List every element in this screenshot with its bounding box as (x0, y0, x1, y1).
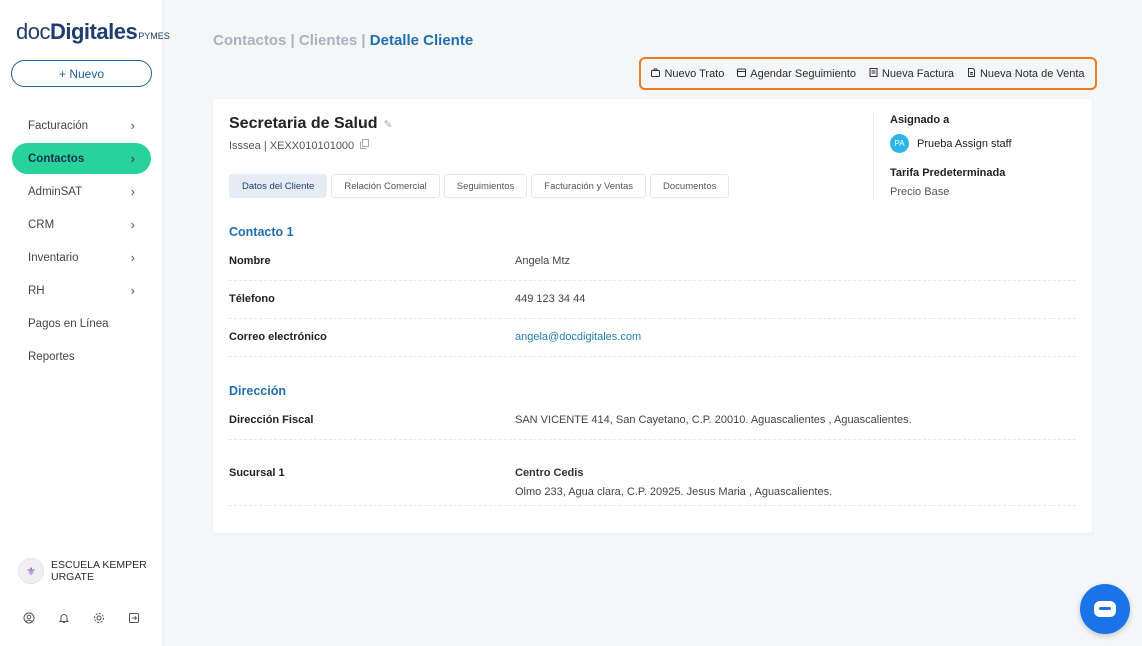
chevron-right-icon: › (130, 250, 135, 265)
sidebar-item-adminsat[interactable]: AdminSAT › (12, 176, 151, 207)
action-label: Nueva Factura (881, 67, 955, 80)
assignee[interactable]: PA Prueba Assign staff (890, 134, 1080, 153)
sidebar: docDigitalesPYMES + Nuevo Facturación › … (0, 0, 170, 646)
sidebar-item-reportes[interactable]: Reportes (12, 341, 151, 372)
sidebar-item-label: Inventario (28, 251, 79, 264)
sidebar-item-label: CRM (28, 218, 55, 231)
org-name: ESCUELA KEMPER URGATE (51, 559, 147, 583)
chevron-right-icon: › (130, 151, 135, 166)
sidebar-item-label: Contactos (28, 152, 85, 165)
assigned-to-label: Asignado a (890, 114, 950, 126)
calendar-icon (737, 68, 747, 79)
field-label: Nombre (229, 255, 271, 267)
brand-logo[interactable]: docDigitalesPYMES (16, 19, 170, 45)
breadcrumb: Contactos | Clientes | Detalle Cliente (213, 32, 473, 49)
gear-icon[interactable] (92, 611, 106, 625)
client-tabs: Datos del Cliente Relación Comercial Seg… (229, 174, 730, 198)
logo-doc: doc (16, 19, 50, 44)
action-label: Nuevo Trato (664, 67, 725, 80)
chevron-right-icon: › (130, 118, 135, 133)
field-label: Dirección Fiscal (229, 414, 314, 426)
tab-documentos[interactable]: Documentos (650, 174, 730, 198)
chevron-right-icon: › (130, 217, 135, 232)
sidebar-item-rh[interactable]: RH › (12, 275, 151, 306)
organization-switcher[interactable]: ⚜ ESCUELA KEMPER URGATE (18, 558, 151, 584)
email-link[interactable]: angela@docdigitales.com (515, 331, 641, 343)
action-bar: Nuevo Trato Agendar Seguimiento Nueva Fa… (639, 57, 1097, 90)
copy-icon[interactable] (360, 139, 370, 152)
field-label: Télefono (229, 293, 275, 305)
tab-relacion-comercial[interactable]: Relación Comercial (331, 174, 440, 198)
default-rate-label: Tarifa Predeterminada (890, 167, 1006, 179)
logo-pymes: PYMES (138, 31, 170, 41)
field-row-sucursal: Sucursal 1 Centro Cedis Olmo 233, Agua c… (229, 463, 1076, 506)
sidebar-item-facturacion[interactable]: Facturación › (12, 110, 151, 141)
sidebar-item-label: AdminSAT (28, 185, 83, 198)
sidebar-item-label: Reportes (28, 350, 75, 363)
chevron-right-icon: › (130, 283, 135, 298)
field-value: 449 123 34 44 (515, 293, 586, 305)
breadcrumb-clientes[interactable]: Clientes (299, 32, 357, 49)
breadcrumb-contactos[interactable]: Contactos (213, 32, 286, 49)
org-logo-icon: ⚜ (18, 558, 44, 584)
sidebar-item-contactos[interactable]: Contactos › (12, 143, 151, 174)
field-value: Angela Mtz (515, 255, 571, 267)
tab-datos-cliente[interactable]: Datos del Cliente (229, 174, 328, 198)
breadcrumb-separator: | (357, 32, 370, 49)
field-row-telefono: Télefono 449 123 34 44 (229, 289, 1076, 319)
sidebar-item-pagos[interactable]: Pagos en Línea (12, 308, 151, 339)
tab-facturacion-ventas[interactable]: Facturación y Ventas (531, 174, 647, 198)
chat-button[interactable] (1080, 584, 1130, 634)
assignment-panel: Asignado a PA Prueba Assign staff Tarifa… (890, 114, 1080, 198)
new-button[interactable]: + Nuevo (11, 60, 152, 87)
sidebar-item-label: Pagos en Línea (28, 317, 109, 330)
branch-name: Centro Cedis (515, 467, 584, 479)
breadcrumb-current: Detalle Cliente (369, 32, 474, 49)
edit-pencil-icon[interactable]: ✎ (384, 118, 393, 131)
client-name: Secretaria de Salud (229, 115, 378, 132)
logout-icon[interactable] (127, 611, 141, 625)
tab-seguimientos[interactable]: Seguimientos (443, 174, 528, 198)
assignee-name: Prueba Assign staff (917, 137, 1012, 150)
field-label: Correo electrónico (229, 331, 327, 343)
chevron-right-icon: › (130, 184, 135, 199)
branch-address: Olmo 233, Agua clara, C.P. 20925. Jesus … (515, 486, 833, 498)
briefcase-icon (651, 68, 661, 79)
client-subtitle: Isssea | XEXX010101000 (229, 139, 370, 152)
logo-digitales: Digitales (49, 19, 138, 44)
invoice-icon (869, 68, 878, 79)
default-rate-value: Precio Base (890, 186, 950, 198)
sidebar-item-inventario[interactable]: Inventario › (12, 242, 151, 273)
client-rfc: Isssea | XEXX010101000 (229, 139, 355, 152)
sidebar-footer (22, 611, 141, 625)
action-label: Nueva Nota de Venta (979, 67, 1085, 80)
receipt-icon (967, 68, 976, 79)
field-value: SAN VICENTE 414, San Cayetano, C.P. 2001… (515, 414, 912, 426)
new-sales-note-button[interactable]: Nueva Nota de Venta (967, 68, 1085, 80)
sidebar-item-label: Facturación (28, 119, 89, 132)
field-row-nombre: Nombre Angela Mtz (229, 251, 1076, 281)
breadcrumb-separator: | (286, 32, 299, 49)
client-header: Secretaria de Salud ✎ (229, 115, 393, 133)
sidebar-nav: Facturación › Contactos › AdminSAT › CRM… (12, 110, 151, 374)
vertical-divider (873, 111, 874, 201)
chat-icon (1094, 601, 1116, 617)
field-row-direccion-fiscal: Dirección Fiscal SAN VICENTE 414, San Ca… (229, 410, 1076, 440)
user-circle-icon[interactable] (22, 611, 36, 625)
client-detail-card: Secretaria de Salud ✎ Isssea | XEXX01010… (213, 99, 1092, 533)
address-section-title: Dirección (229, 384, 286, 398)
new-deal-button[interactable]: Nuevo Trato (651, 68, 724, 80)
sidebar-item-label: RH (28, 284, 45, 297)
field-label: Sucursal 1 (229, 467, 285, 479)
sidebar-item-crm[interactable]: CRM › (12, 209, 151, 240)
contact-section-title: Contacto 1 (229, 225, 294, 239)
field-row-correo: Correo electrónico angela@docdigitales.c… (229, 327, 1076, 357)
avatar: PA (890, 134, 909, 153)
new-invoice-button[interactable]: Nueva Factura (869, 68, 954, 80)
action-label: Agendar Seguimiento (750, 67, 857, 80)
schedule-followup-button[interactable]: Agendar Seguimiento (737, 68, 856, 80)
bell-icon[interactable] (57, 611, 71, 625)
